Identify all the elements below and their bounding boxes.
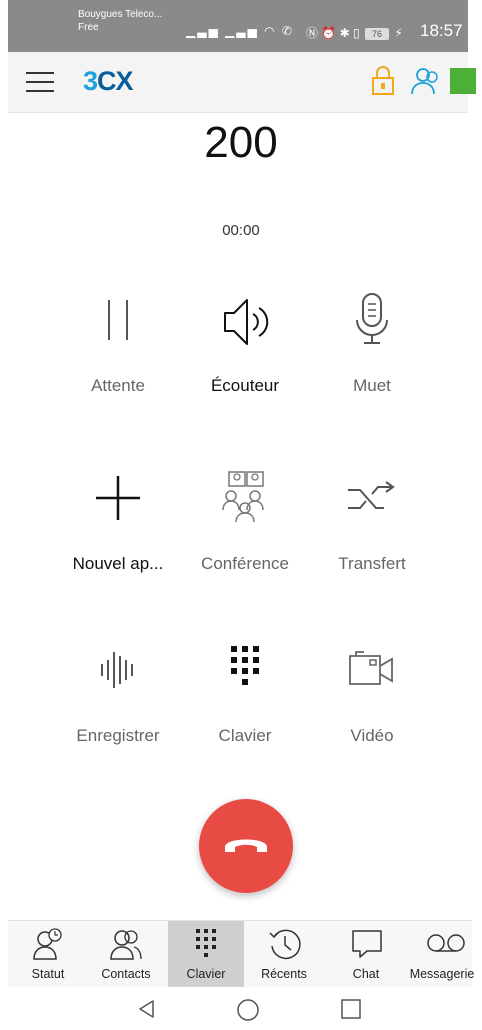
record-icon: [88, 642, 148, 702]
overview-icon[interactable]: [340, 998, 362, 1025]
video-label: Vidéo: [350, 726, 394, 745]
carrier-info: Bouygues Teleco... Free: [78, 8, 162, 34]
status-bar: Bouygues Teleco... Free ▁▃▅ ▁▃▅ ◠ ✆ Ⓝ ⏰ …: [8, 0, 468, 52]
tab-chat-label: Chat: [352, 967, 380, 981]
wifi-icon: ◠: [264, 24, 277, 38]
tab-recents[interactable]: Récents: [246, 921, 322, 987]
tab-voicemail-label: Messagerie: [409, 967, 475, 981]
nfc-icon: Ⓝ: [306, 26, 319, 40]
signal-icon: ▁▃▅: [186, 24, 220, 38]
status-icon: [33, 928, 62, 960]
tab-chat[interactable]: Chat: [328, 921, 404, 987]
app-bar: 3CX: [8, 52, 476, 113]
clock: 18:57: [420, 21, 463, 40]
tab-dialpad-label: Clavier: [186, 967, 226, 981]
carrier-name: Bouygues Teleco...: [78, 9, 163, 20]
battery-icon: 76: [365, 27, 390, 40]
dialpad-icon: [196, 929, 216, 957]
tab-contacts[interactable]: Contacts: [88, 921, 164, 987]
tab-recents-label: Récents: [261, 967, 307, 981]
voicemail-icon: [427, 934, 465, 952]
pause-icon: [88, 292, 148, 352]
logo-cx: CX: [97, 66, 134, 96]
tab-status[interactable]: Statut: [10, 921, 86, 987]
bluetooth-icon: ✱: [339, 26, 350, 40]
tab-status-label: Statut: [31, 967, 65, 981]
transfer-label: Transfert: [338, 554, 406, 573]
contacts-icon: [110, 930, 142, 960]
bottom-tab-bar: Statut Contacts Clavier Récents Chat Mes…: [8, 920, 474, 987]
speaker-icon: [215, 292, 275, 352]
microphone-icon: [342, 292, 402, 352]
history-icon: [269, 929, 301, 960]
mute-button[interactable]: Muet: [292, 292, 452, 442]
tab-contacts-label: Contacts: [101, 967, 151, 981]
hamburger-menu-icon[interactable]: [26, 70, 54, 94]
conference-icon: [215, 470, 275, 530]
presence-icon[interactable]: [410, 66, 442, 101]
lock-icon[interactable]: [370, 66, 396, 101]
signal-icons: ▁▃▅ ▁▃▅ ◠ ✆: [186, 24, 294, 38]
vibrate-icon: ▯: [353, 26, 360, 40]
plus-icon: [88, 470, 148, 530]
home-icon[interactable]: [236, 998, 260, 1027]
video-icon: [342, 642, 402, 702]
dialpad-icon: [215, 642, 275, 702]
alarm-icon: ⏰: [321, 26, 337, 40]
back-icon[interactable]: [136, 998, 158, 1025]
end-call-button[interactable]: [199, 799, 293, 893]
system-nav-bar: [8, 988, 472, 1030]
call-icon: ✆: [281, 24, 294, 38]
charging-icon: ⚡: [394, 26, 403, 40]
tab-voicemail[interactable]: Messagerie: [404, 921, 480, 987]
video-button[interactable]: Vidéo: [292, 642, 452, 792]
chat-icon: [352, 930, 382, 958]
presence-status-indicator[interactable]: [450, 68, 476, 94]
call-number: 200: [204, 118, 278, 167]
hangup-icon: [225, 839, 267, 852]
system-icons: Ⓝ ⏰ ✱ ▯ 76 ⚡: [306, 24, 403, 41]
app-logo: 3CX: [83, 66, 134, 97]
transfer-icon: [342, 470, 402, 530]
call-timer: 00:00: [222, 222, 260, 239]
mute-label: Muet: [353, 376, 391, 395]
carrier-name-2: Free: [78, 22, 99, 33]
tab-dialpad[interactable]: Clavier: [168, 921, 244, 987]
signal-icon: ▁▃▅: [225, 24, 259, 38]
transfer-button[interactable]: Transfert: [292, 470, 452, 620]
logo-3: 3: [83, 66, 98, 96]
